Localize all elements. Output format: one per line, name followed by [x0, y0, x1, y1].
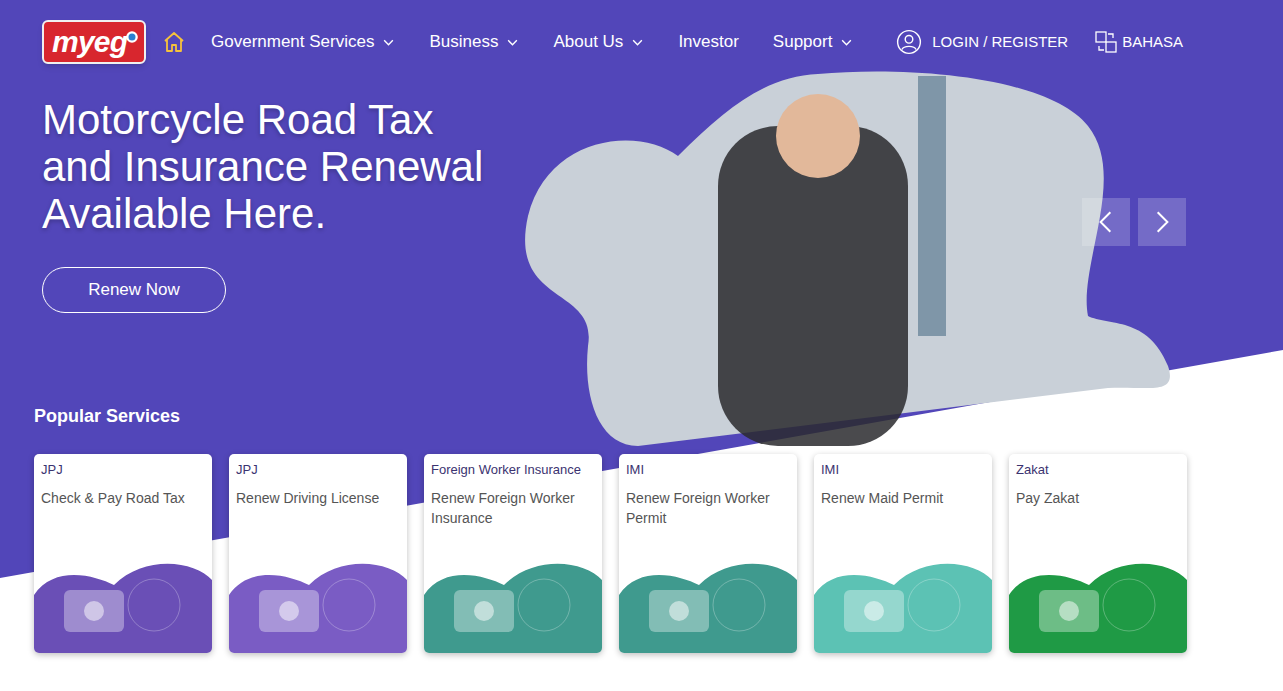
- hero-title: Motorcycle Road Taxand Insurance Renewal…: [42, 96, 483, 237]
- hero-title-line: Available Here.: [42, 190, 483, 237]
- service-card[interactable]: Foreign Worker Insurance Renew Foreign Wo…: [424, 454, 602, 653]
- service-card[interactable]: JPJ Renew Driving License: [229, 454, 407, 653]
- user-icon: [896, 29, 922, 55]
- card-title[interactable]: Pay Zakat: [1016, 488, 1180, 508]
- service-card[interactable]: IMI Renew Foreign Worker Permit: [619, 454, 797, 653]
- card-category: Zakat: [1016, 462, 1180, 478]
- service-card[interactable]: JPJ Check & Pay Road Tax: [34, 454, 212, 653]
- card-illustration: [814, 555, 992, 653]
- nav-label[interactable]: About Us: [553, 29, 623, 55]
- card-text: IMI Renew Maid Permit: [814, 454, 992, 508]
- card-illustration: [619, 555, 797, 653]
- carousel-prev-button[interactable]: [1082, 198, 1130, 246]
- card-title[interactable]: Renew Foreign Worker Permit: [626, 488, 790, 528]
- card-text: Foreign Worker Insurance Renew Foreign Wo…: [424, 454, 602, 528]
- main-nav: Government Services Business About Us Inves…: [211, 29, 853, 55]
- card-title[interactable]: Renew Driving License: [236, 488, 400, 508]
- nav-label[interactable]: Investor: [678, 29, 738, 55]
- card-illustration: [1009, 555, 1187, 653]
- card-text: IMI Renew Foreign Worker Permit: [619, 454, 797, 528]
- card-title[interactable]: Renew Maid Permit: [821, 488, 985, 508]
- logo-dot-icon: [125, 30, 139, 44]
- carousel-next-button[interactable]: [1138, 198, 1186, 246]
- card-title[interactable]: Renew Foreign Worker Insurance: [431, 488, 595, 528]
- myeg-logo[interactable]: myeg: [42, 20, 146, 64]
- card-category: JPJ: [41, 462, 205, 478]
- card-illustration: [229, 555, 407, 653]
- card-category: Foreign Worker Insurance: [431, 462, 595, 478]
- header-actions: LOGIN / REGISTER BAHASA: [896, 29, 1183, 55]
- chevron-down-icon: [840, 36, 853, 49]
- language-label[interactable]: BAHASA: [1122, 31, 1183, 54]
- chevron-right-icon: [1149, 209, 1175, 235]
- service-cards: JPJ Check & Pay Road Tax JPJ Renew Driving …: [34, 454, 1283, 653]
- card-category: IMI: [626, 462, 790, 478]
- nav-item[interactable]: Investor: [678, 29, 738, 55]
- nav-item[interactable]: About Us: [553, 29, 644, 55]
- translate-icon: [1094, 30, 1118, 54]
- nav-item[interactable]: Government Services: [211, 29, 395, 55]
- card-title[interactable]: Check & Pay Road Tax: [41, 488, 205, 508]
- popular-services-heading: Popular Services: [34, 403, 1283, 430]
- chevron-left-icon: [1093, 209, 1119, 235]
- chevron-down-icon: [382, 36, 395, 49]
- logo-text[interactable]: myeg: [52, 27, 127, 57]
- card-illustration: [34, 555, 212, 653]
- home-icon[interactable]: [162, 30, 186, 54]
- service-card[interactable]: Zakat Pay Zakat: [1009, 454, 1187, 653]
- card-category: IMI: [821, 462, 985, 478]
- card-text: Zakat Pay Zakat: [1009, 454, 1187, 508]
- hero-title-line: Motorcycle Road Tax: [42, 96, 483, 143]
- hero-photo: [488, 66, 1188, 451]
- nav-label[interactable]: Business: [429, 29, 498, 55]
- service-card[interactable]: IMI Renew Maid Permit: [814, 454, 992, 653]
- chevron-down-icon: [631, 36, 644, 49]
- card-category: JPJ: [236, 462, 400, 478]
- nav-item[interactable]: Business: [429, 29, 519, 55]
- nav-label[interactable]: Support: [773, 29, 833, 55]
- renew-now-button[interactable]: Renew Now: [42, 267, 226, 313]
- card-text: JPJ Check & Pay Road Tax: [34, 454, 212, 508]
- chevron-down-icon: [506, 36, 519, 49]
- card-illustration: [424, 555, 602, 653]
- login-label[interactable]: LOGIN / REGISTER: [932, 31, 1068, 54]
- card-text: JPJ Renew Driving License: [229, 454, 407, 508]
- nav-label[interactable]: Government Services: [211, 29, 374, 55]
- hero-title-line: and Insurance Renewal: [42, 143, 483, 190]
- nav-item[interactable]: Support: [773, 29, 854, 55]
- language-switch[interactable]: BAHASA: [1094, 30, 1183, 54]
- login-link[interactable]: LOGIN / REGISTER: [896, 29, 1068, 55]
